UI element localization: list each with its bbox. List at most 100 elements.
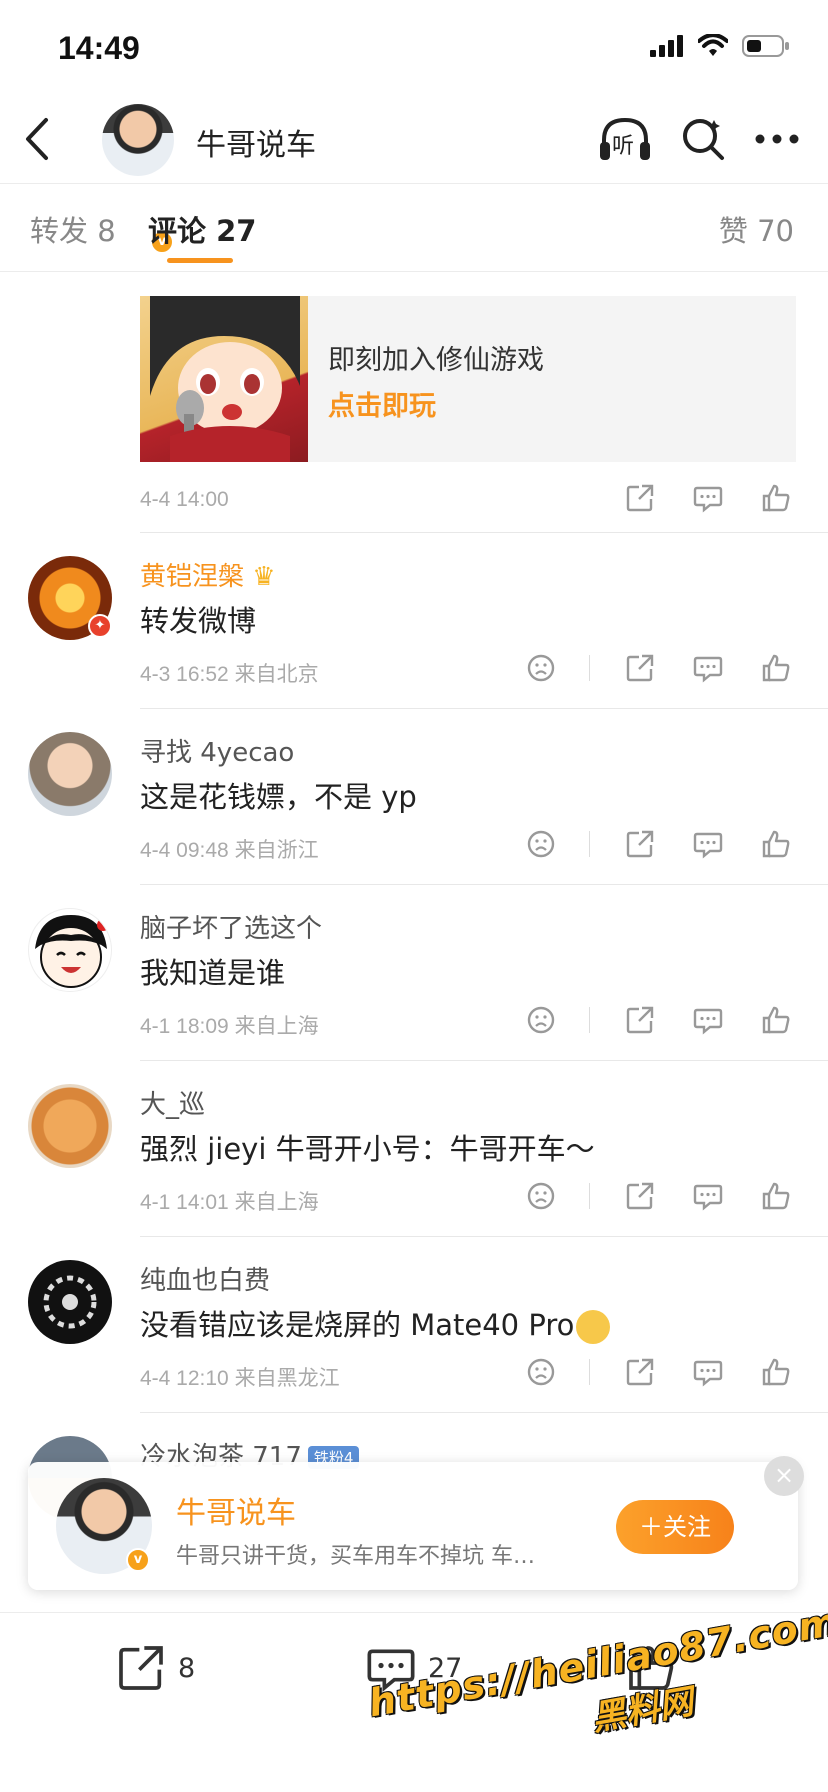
commenter-avatar[interactable] [28,1084,112,1168]
listen-label: 听 [612,134,635,159]
commenter-avatar[interactable] [28,732,112,816]
share-button[interactable] [622,1178,658,1214]
tab-likes[interactable]: 赞 70 [719,208,794,250]
share-button[interactable] [622,480,658,516]
comment-icon [693,1008,723,1035]
popup-author-desc: 牛哥只讲干货，买车用车不掉坑 车… [176,1544,535,1569]
like-button[interactable] [758,1354,794,1390]
dislike-button[interactable] [523,1002,559,1038]
share-icon [626,654,654,682]
share-button[interactable] [622,1354,658,1390]
reply-button[interactable] [690,1002,726,1038]
reply-button[interactable] [690,826,726,862]
separator [589,1359,590,1385]
divider [140,1412,828,1413]
comment-item[interactable]: 寻找 4yecao 这是花钱嫖，不是 yp 4-4 09:48 来自浙江 [0,712,828,888]
sad-face-icon [527,1358,555,1386]
separator [589,831,590,857]
ad-actions [590,480,794,516]
comment-item[interactable]: 脑子坏了选这个 我知道是谁 4-1 18:09 来自上海 [0,888,828,1064]
reply-button[interactable] [690,1354,726,1390]
signal-icon [650,35,683,57]
share-button[interactable] [622,1002,658,1038]
reply-button[interactable] [690,1178,726,1214]
follow-popup[interactable]: v 牛哥说车 牛哥只讲干货，买车用车不掉坑 车… ＋关注 × [28,1456,804,1590]
like-button[interactable] [758,1002,794,1038]
comment-button[interactable] [690,480,726,516]
repost-button[interactable]: 8 [116,1643,195,1693]
repost-count: 8 [178,1652,196,1684]
close-icon[interactable]: × [764,1456,804,1496]
comment-meta: 4-4 09:48 来自浙江 [140,839,319,862]
comment-icon [693,1360,723,1387]
thumbs-up-icon [762,654,790,682]
author-avatar[interactable] [102,104,174,176]
divider [140,884,828,885]
back-button[interactable] [22,114,70,166]
divider [140,708,828,709]
thumbs-up-icon [762,1358,790,1386]
follow-button[interactable]: ＋关注 [616,1500,734,1554]
commenter-name[interactable]: 黄铠涅槃 ♛ [140,556,276,593]
sad-face-icon [527,1006,555,1034]
tab-bar: 转发 8 评论 27 赞 70 [0,184,828,272]
dislike-button[interactable] [523,1354,559,1390]
sad-face-icon [527,1182,555,1210]
tab-reposts[interactable]: 转发 8 [30,208,116,250]
status-icons [650,34,790,58]
cartoon-face-illustration [35,915,109,988]
share-button[interactable] [622,826,658,862]
share-icon [626,1358,654,1386]
commenter-name[interactable]: 脑子坏了选这个 [140,908,322,945]
share-icon [626,1182,654,1210]
dislike-button[interactable] [523,826,559,862]
more-icon[interactable] [754,133,800,145]
share-icon [626,484,654,512]
nav-actions: 听 [598,114,800,164]
listen-button[interactable]: 听 [598,114,652,164]
comment-icon [693,656,723,683]
comment-text: 没看错应该是烧屏的 Mate40 Pro [140,1302,611,1344]
ad-card[interactable]: 即刻加入修仙游戏 点击即玩 [140,296,796,462]
author-name[interactable]: 牛哥说车 [196,120,316,164]
comment-item[interactable]: ✦ 黄铠涅槃 ♛ 转发微博 4-3 16:52 来自北京 [0,536,828,712]
comment-text: 这是花钱嫖，不是 yp [140,780,417,814]
status-bar: 14:49 [0,0,828,96]
popup-author-name[interactable]: 牛哥说车 [176,1488,296,1532]
comment-icon [693,486,723,513]
thumbs-up-icon [762,1006,790,1034]
comment-text: 我知道是谁 [140,956,286,990]
dislike-button[interactable] [523,1178,559,1214]
share-icon [119,1646,163,1690]
comment-meta: 4-4 12:10 来自黑龙江 [140,1367,340,1390]
share-button[interactable] [622,650,658,686]
dislike-button[interactable] [523,650,559,686]
search-icon[interactable] [680,116,726,162]
like-button[interactable] [758,826,794,862]
commenter-name[interactable]: 纯血也白费 [140,1260,270,1297]
like-button[interactable] [758,650,794,686]
comment-item[interactable]: 大_巡 强烈 jieyi 牛哥开小号：牛哥开车～ 4-1 14:01 来自上海 [0,1064,828,1240]
tab-comments[interactable]: 评论 27 [148,208,256,250]
nav-bar: v 牛哥说车 听 [0,96,828,254]
comment-meta: 4-1 14:01 来自上海 [140,1191,319,1214]
ad-cta-link[interactable]: 点击即玩 [328,384,436,423]
commenter-avatar[interactable] [28,1260,112,1344]
comment-item[interactable]: 纯血也白费 没看错应该是烧屏的 Mate40 Pro 4-4 12:10 来自黑… [0,1240,828,1416]
like-button[interactable] [758,1178,794,1214]
comment-icon [693,832,723,859]
commenter-name[interactable]: 寻找 4yecao [140,732,294,769]
ad-image [140,296,308,462]
divider [140,1236,828,1237]
comment-actions [491,650,794,686]
tab-active-indicator [167,258,233,263]
commenter-name[interactable]: 大_巡 [140,1084,205,1121]
like-button[interactable] [758,480,794,516]
verified-badge: ✦ [88,614,112,638]
crown-icon: ♛ [252,562,276,592]
commenter-avatar[interactable] [28,908,112,992]
comment-actions [491,1178,794,1214]
separator [589,1183,590,1209]
thinking-emoji-icon [576,1310,611,1344]
reply-button[interactable] [690,650,726,686]
